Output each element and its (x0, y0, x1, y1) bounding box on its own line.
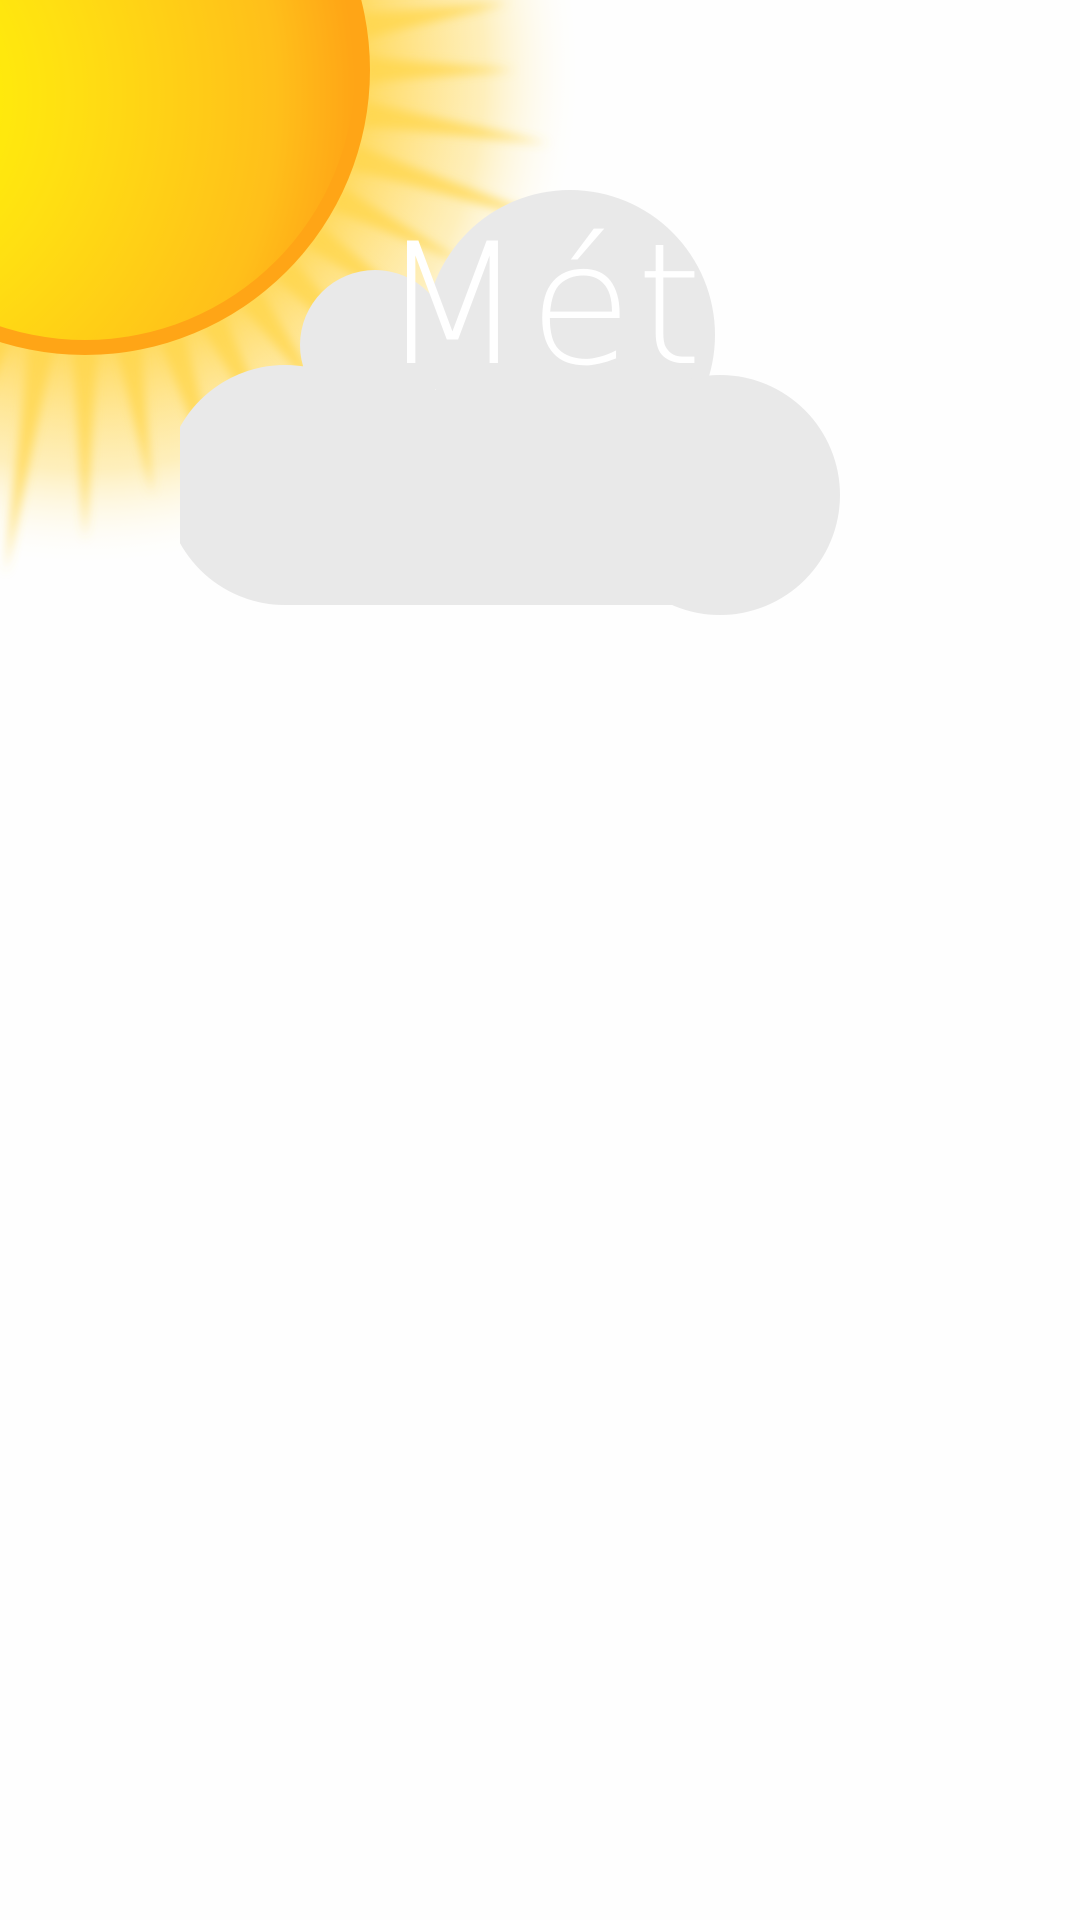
cloud-base (285, 390, 725, 605)
splash-screen: Mét (0, 0, 1080, 1920)
app-title: Mét (380, 210, 707, 400)
